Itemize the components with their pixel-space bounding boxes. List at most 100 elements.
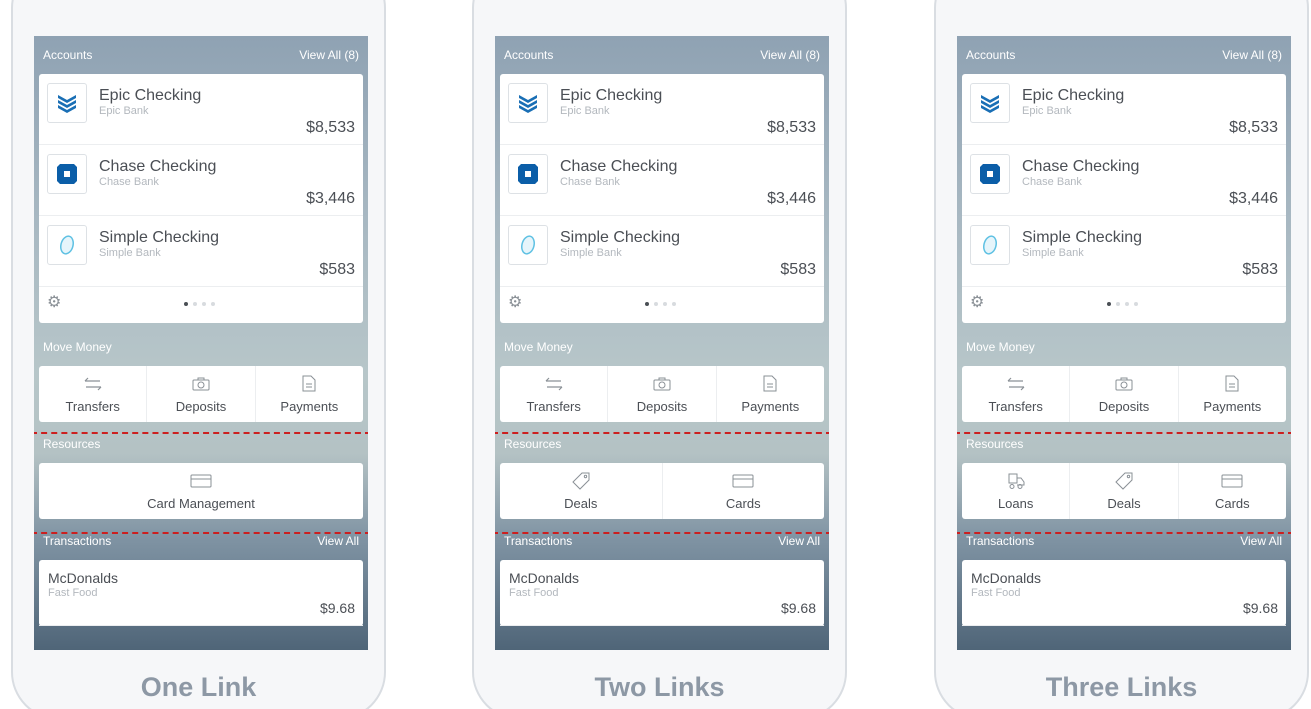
move-money-title: Move Money bbox=[43, 340, 112, 354]
page-indicator bbox=[184, 302, 215, 306]
accounts-card-footer: ⚙ bbox=[39, 287, 363, 323]
deals-label: Deals bbox=[564, 495, 598, 511]
account-balance: $3,446 bbox=[767, 190, 816, 207]
accounts-view-all-link[interactable]: View All (8) bbox=[1222, 48, 1282, 62]
deposits-button[interactable]: Deposits bbox=[1070, 366, 1179, 422]
cards-button[interactable]: Cards bbox=[663, 463, 825, 519]
resources-title: Resources bbox=[504, 437, 562, 451]
resources-card: Deals Cards bbox=[500, 463, 824, 519]
accounts-card: Epic Checking Epic Bank $8,533 Chase Che… bbox=[500, 74, 824, 323]
resources-card: Card Management bbox=[39, 463, 363, 519]
transactions-view-all-link[interactable]: View All bbox=[1240, 534, 1282, 548]
deposits-label: Deposits bbox=[1098, 398, 1150, 414]
transfer-arrows-icon bbox=[84, 375, 102, 393]
deposits-label: Deposits bbox=[636, 398, 688, 414]
transactions-header: Transactions View All bbox=[957, 522, 1291, 560]
payments-button[interactable]: Payments bbox=[717, 366, 824, 422]
account-name: Epic Checking bbox=[560, 87, 663, 104]
transfers-button[interactable]: Transfers bbox=[39, 366, 148, 422]
accounts-card-footer: ⚙ bbox=[962, 287, 1286, 323]
page-dot[interactable] bbox=[654, 302, 658, 306]
transaction-row[interactable]: McDonalds Fast Food $9.68 bbox=[39, 560, 363, 626]
transaction-row[interactable]: McDonalds Fast Food $9.68 bbox=[500, 560, 824, 626]
move-money-header: Move Money bbox=[495, 328, 829, 366]
page-dot[interactable] bbox=[1134, 302, 1138, 306]
account-row[interactable]: Chase Checking Chase Bank $3,446 bbox=[39, 145, 363, 216]
account-balance: $8,533 bbox=[1229, 119, 1278, 136]
accounts-card: Epic Checking Epic Bank $8,533 Chase Che… bbox=[39, 74, 363, 323]
transfers-button[interactable]: Transfers bbox=[962, 366, 1071, 422]
accounts-title: Accounts bbox=[504, 48, 554, 62]
payments-button[interactable]: Payments bbox=[1179, 366, 1286, 422]
gear-icon[interactable]: ⚙ bbox=[970, 295, 984, 311]
phone-screen: Accounts View All (8) Epic Checking Epic… bbox=[957, 36, 1291, 650]
account-balance: $8,533 bbox=[306, 119, 355, 136]
deals-button[interactable]: Deals bbox=[1070, 463, 1179, 519]
account-bank: Chase Bank bbox=[99, 176, 159, 188]
phone-screen: Accounts View All (8) Epic Checking Epic… bbox=[495, 36, 829, 650]
account-bank: Epic Bank bbox=[560, 105, 610, 117]
document-icon bbox=[763, 375, 777, 393]
account-bank: Simple Bank bbox=[560, 247, 622, 259]
credit-card-icon bbox=[190, 472, 212, 490]
phone-screen: Accounts View All (8) Epic Checking Epic… bbox=[34, 36, 368, 650]
accounts-view-all-link[interactable]: View All (8) bbox=[760, 48, 820, 62]
page-dot[interactable] bbox=[193, 302, 197, 306]
variant-label: One Link bbox=[140, 672, 257, 702]
camera-icon bbox=[653, 375, 671, 393]
chase-bank-logo-icon bbox=[508, 154, 548, 194]
page-dot[interactable] bbox=[663, 302, 667, 306]
gear-icon[interactable]: ⚙ bbox=[47, 295, 61, 311]
page-dot[interactable] bbox=[202, 302, 206, 306]
cards-button[interactable]: Cards bbox=[1179, 463, 1286, 519]
account-row[interactable]: Epic Checking Epic Bank $8,533 bbox=[39, 74, 363, 145]
account-row[interactable]: Chase Checking Chase Bank $3,446 bbox=[962, 145, 1286, 216]
transaction-row[interactable]: McDonalds Fast Food $9.68 bbox=[962, 560, 1286, 626]
gear-icon[interactable]: ⚙ bbox=[508, 295, 522, 311]
account-row[interactable]: Simple Checking Simple Bank $583 bbox=[39, 216, 363, 287]
deposits-button[interactable]: Deposits bbox=[147, 366, 256, 422]
account-balance: $3,446 bbox=[1229, 190, 1278, 207]
account-row[interactable]: Epic Checking Epic Bank $8,533 bbox=[500, 74, 824, 145]
transactions-view-all-link[interactable]: View All bbox=[317, 534, 359, 548]
accounts-view-all-link[interactable]: View All (8) bbox=[299, 48, 359, 62]
account-bank: Simple Bank bbox=[1022, 247, 1084, 259]
account-row[interactable]: Chase Checking Chase Bank $3,446 bbox=[500, 145, 824, 216]
account-row[interactable]: Simple Checking Simple Bank $583 bbox=[962, 216, 1286, 287]
page-dot[interactable] bbox=[672, 302, 676, 306]
deposits-button[interactable]: Deposits bbox=[608, 366, 717, 422]
phone-mockup-two-links: Accounts View All (8) Epic Checking Epic… bbox=[472, 0, 847, 709]
loans-button[interactable]: Loans bbox=[962, 463, 1071, 519]
payments-button[interactable]: Payments bbox=[256, 366, 363, 422]
card-management-button[interactable]: Card Management bbox=[39, 463, 363, 519]
transactions-view-all-link[interactable]: View All bbox=[778, 534, 820, 548]
page-dot[interactable] bbox=[1116, 302, 1120, 306]
accounts-header: Accounts View All (8) bbox=[957, 36, 1291, 74]
deals-label: Deals bbox=[1107, 495, 1141, 511]
account-row[interactable]: Epic Checking Epic Bank $8,533 bbox=[962, 74, 1286, 145]
transactions-title: Transactions bbox=[504, 534, 573, 548]
tag-icon bbox=[1115, 472, 1133, 490]
page-dot[interactable] bbox=[1107, 302, 1111, 306]
page-dot[interactable] bbox=[645, 302, 649, 306]
phone-mockup-one-link: Accounts View All (8) Epic Checking Epic… bbox=[11, 0, 386, 709]
transfer-arrows-icon bbox=[545, 375, 563, 393]
payments-label: Payments bbox=[1203, 398, 1262, 414]
transfers-label: Transfers bbox=[65, 398, 120, 414]
move-money-header: Move Money bbox=[34, 328, 368, 366]
page-dot[interactable] bbox=[211, 302, 215, 306]
page-dot[interactable] bbox=[184, 302, 188, 306]
epic-bank-logo-icon bbox=[970, 83, 1010, 123]
move-money-card: Transfers Deposits Payments bbox=[39, 366, 363, 422]
transaction-category: Fast Food bbox=[48, 587, 98, 599]
transaction-name: McDonalds bbox=[48, 570, 119, 586]
transfers-button[interactable]: Transfers bbox=[500, 366, 609, 422]
account-balance: $583 bbox=[1242, 261, 1278, 278]
deals-button[interactable]: Deals bbox=[500, 463, 663, 519]
page-dot[interactable] bbox=[1125, 302, 1129, 306]
resources-header: Resources bbox=[495, 425, 829, 463]
move-money-card: Transfers Deposits Payments bbox=[962, 366, 1286, 422]
account-bank: Epic Bank bbox=[99, 105, 149, 117]
account-row[interactable]: Simple Checking Simple Bank $583 bbox=[500, 216, 824, 287]
move-money-title: Move Money bbox=[504, 340, 573, 354]
